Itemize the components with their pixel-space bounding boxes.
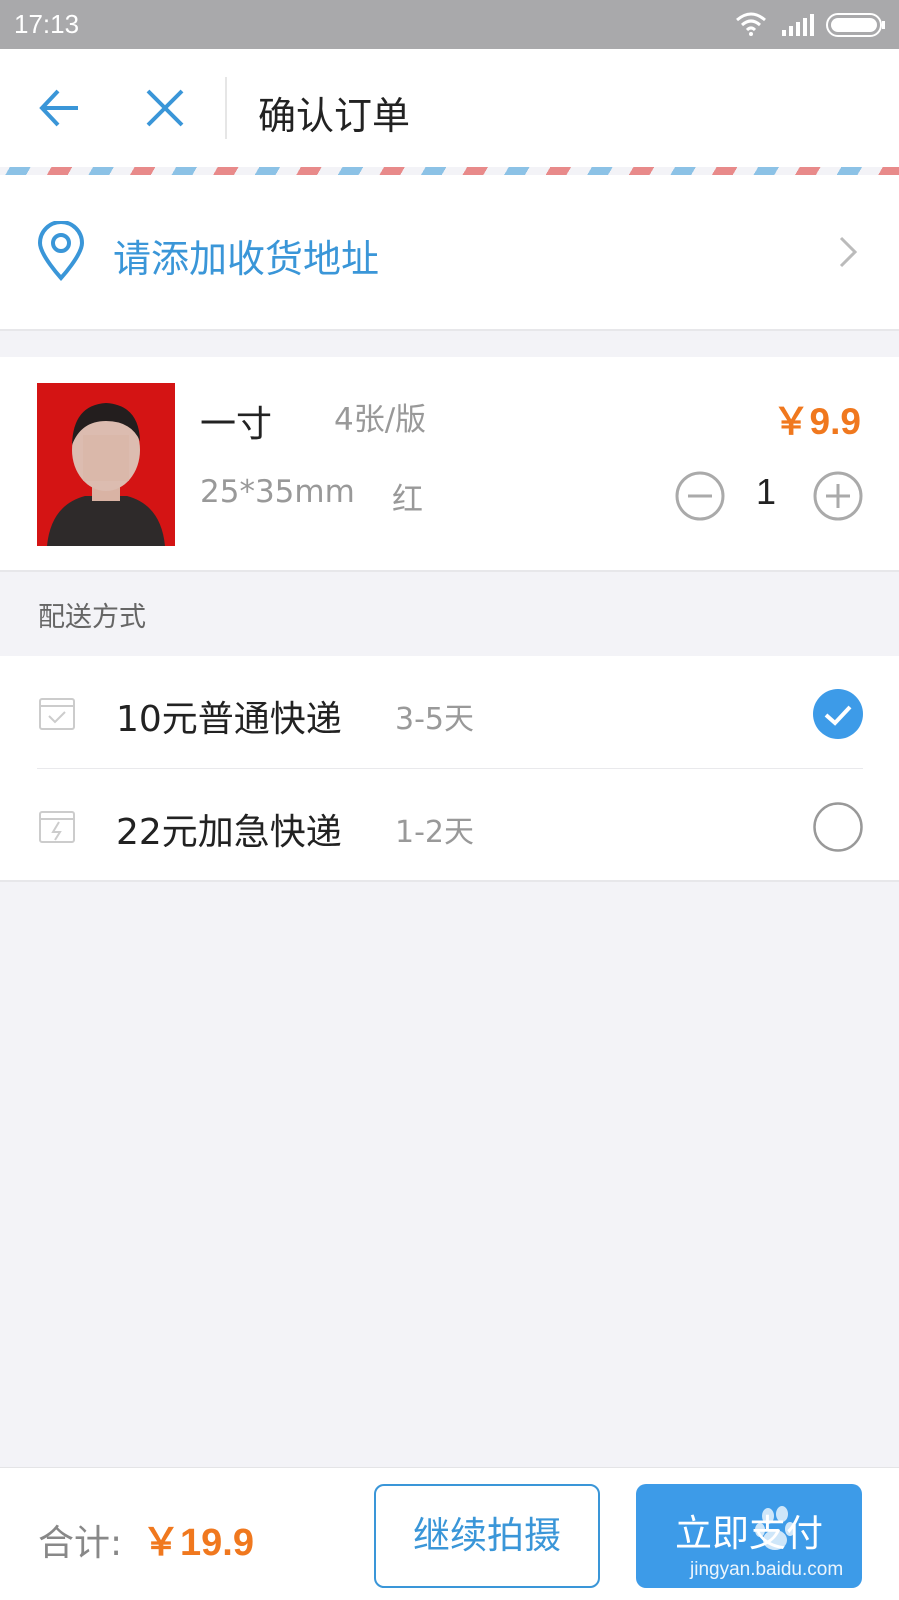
status-bar: 17:13 <box>0 0 899 49</box>
wifi-icon <box>736 12 766 36</box>
id-photo-thumbnail <box>37 383 175 546</box>
page-title: 确认订单 <box>258 94 411 138</box>
pay-now-button[interactable]: 立即支付 <box>636 1484 862 1588</box>
app-header: 确认订单 <box>0 49 899 167</box>
shipping-option-express[interactable]: 22元加急快递 1-2天 <box>0 769 899 881</box>
signal-icon <box>782 14 814 36</box>
shipping-option-days: 1-2天 <box>395 815 474 850</box>
radio-icon[interactable] <box>812 801 864 853</box>
package-check-icon <box>39 698 75 730</box>
close-icon[interactable] <box>142 85 188 131</box>
location-pin-icon <box>37 221 85 281</box>
plus-circle-icon[interactable] <box>812 470 864 522</box>
chevron-right-icon <box>839 236 858 268</box>
shipping-option-standard[interactable]: 10元普通快递 3-5天 <box>0 656 899 768</box>
product-name: 一寸 <box>200 404 273 445</box>
shipping-option-name: 10元普通快递 <box>116 699 342 740</box>
shipping-option-days: 3-5天 <box>395 702 474 737</box>
shipping-options: 10元普通快递 3-5天 22元加急快递 1-2天 <box>0 656 899 882</box>
back-arrow-icon[interactable] <box>34 83 84 133</box>
shipping-section-label: 配送方式 <box>38 602 146 633</box>
package-bolt-icon <box>39 811 75 843</box>
checked-radio-icon[interactable] <box>812 688 864 740</box>
continue-shooting-button[interactable]: 继续拍摄 <box>374 1484 600 1588</box>
status-time: 17:13 <box>14 9 80 39</box>
product-size: 25*35mm <box>200 474 355 510</box>
add-address-row[interactable]: 请添加收货地址 <box>0 175 899 331</box>
total-label: 合计: <box>38 1523 123 1564</box>
product-background-color: 红 <box>392 482 423 518</box>
product-card: 一寸 4张/版 25*35mm 红 ￥9.9 1 <box>0 357 899 572</box>
total-value: ￥19.9 <box>142 1522 254 1564</box>
minus-circle-icon[interactable] <box>674 470 726 522</box>
header-divider <box>225 77 227 139</box>
shipping-option-name: 22元加急快递 <box>116 812 342 853</box>
quantity-value: 1 <box>756 471 777 512</box>
checkout-bar: 合计: ￥19.9 继续拍摄 立即支付 <box>0 1467 899 1600</box>
product-price: ￥9.9 <box>772 401 861 442</box>
airmail-stripe-divider <box>0 167 899 175</box>
battery-icon <box>826 13 885 37</box>
product-spec: 4张/版 <box>334 402 427 438</box>
add-address-prompt: 请添加收货地址 <box>113 237 380 281</box>
